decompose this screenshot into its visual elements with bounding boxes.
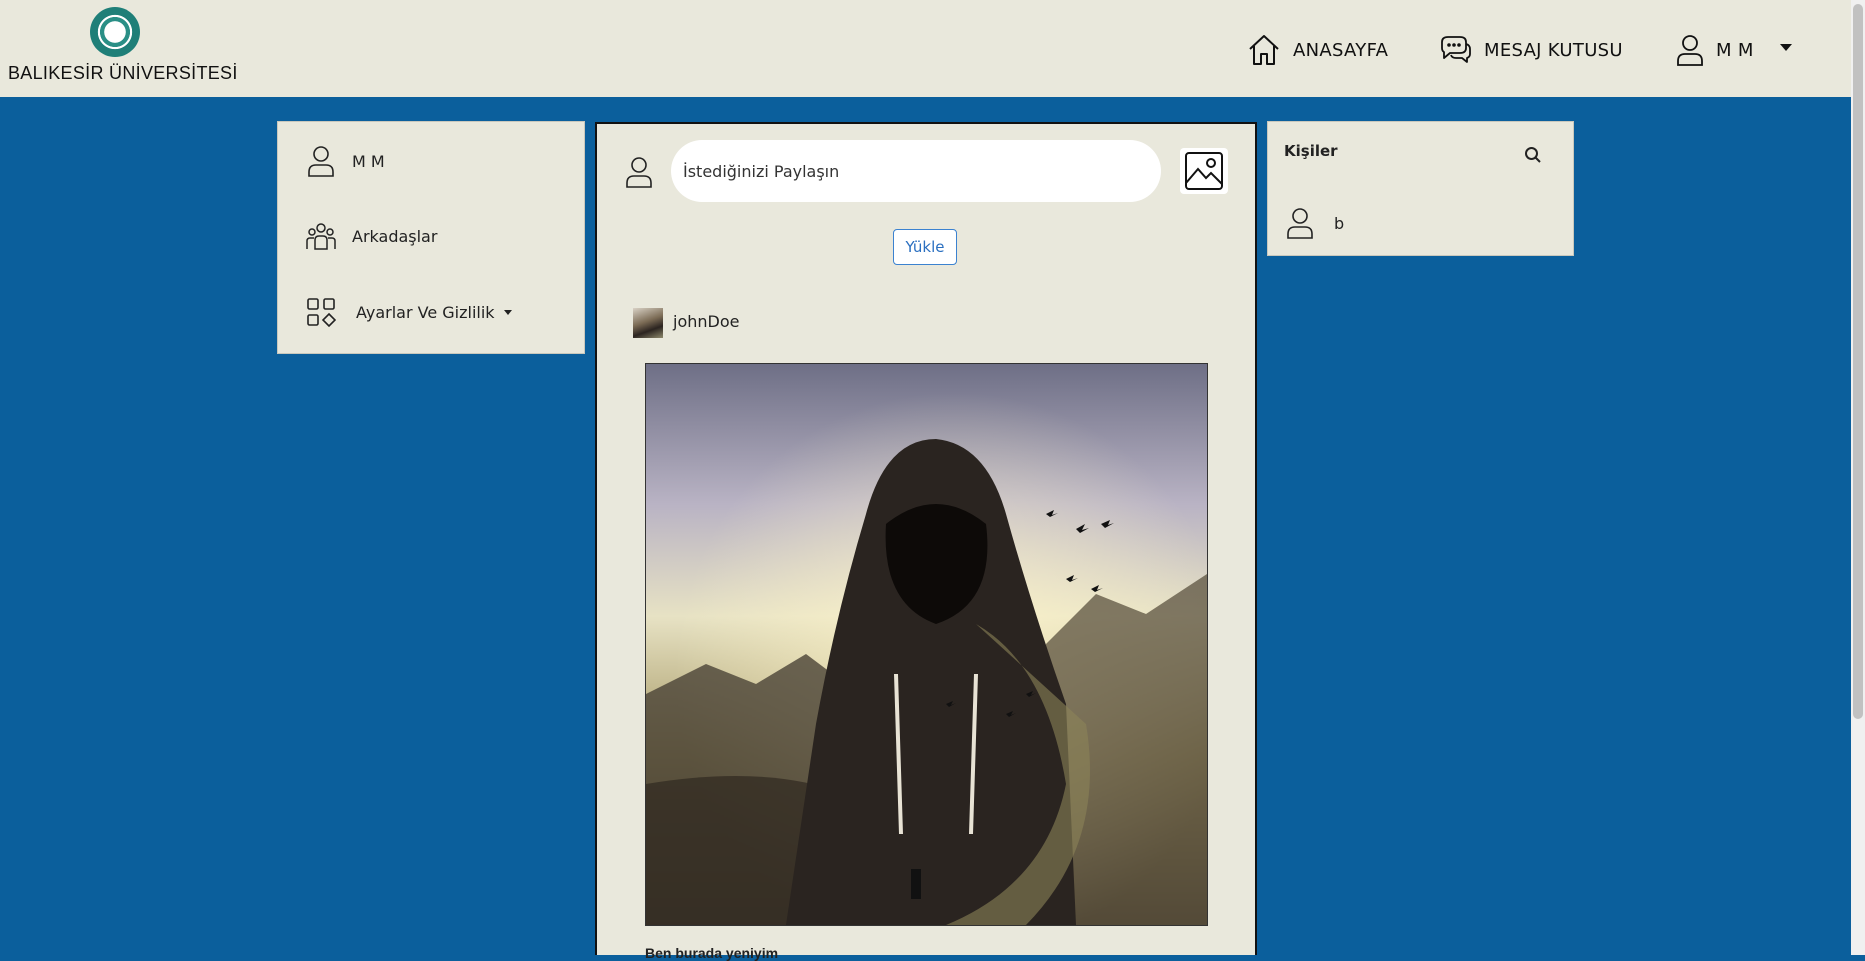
university-logo [90,7,140,57]
sidebar-settings-label: Ayarlar Ve Gizlilik [356,302,495,322]
hooded-figure-photo [646,364,1207,925]
brand-name: BALIKESİR ÜNİVERSİTESİ [8,63,238,83]
nav-user-menu[interactable]: M M [1676,30,1792,70]
group-icon [306,223,336,250]
home-icon [1249,35,1279,65]
post-image[interactable] [645,363,1208,926]
author-avatar[interactable] [633,308,663,338]
chat-bubbles-icon [1441,36,1471,63]
contacts-panel: Kişiler b [1267,121,1574,256]
contact-name: b [1334,213,1345,233]
add-image-button[interactable] [1180,148,1228,194]
user-avatar-icon [626,157,652,188]
user-icon [1287,208,1313,239]
contact-item[interactable]: b [1286,206,1344,240]
post-composer: Yükle [595,122,1257,277]
sidebar-friends-label: Arkadaşlar [352,226,438,246]
left-sidebar: M M Arkadaşlar Ayarlar Ve Gizlilik [277,121,585,354]
post-author[interactable]: johnDoe [673,312,739,331]
sidebar-item-profile[interactable]: M M [306,144,385,178]
chevron-down-icon[interactable] [503,309,512,315]
nav-user-label: M M [1716,39,1754,61]
grid-shapes-icon [307,298,336,327]
nav-home-label: ANASAYFA [1293,39,1389,61]
chevron-down-icon[interactable] [1779,43,1792,51]
feed-post: johnDoe Ben burada yeniyim [595,274,1257,961]
top-navbar: BALIKESİR ÜNİVERSİTESİ ANASAYFA MESAJ KU… [0,0,1851,97]
page-scrollbar[interactable] [1851,0,1865,955]
nav-messages[interactable]: MESAJ KUTUSU [1438,30,1623,70]
user-icon [308,146,334,177]
image-icon [1185,152,1223,190]
search-icon[interactable] [1524,146,1542,164]
post-caption: Ben burada yeniyim [645,945,779,961]
share-input[interactable] [671,140,1161,202]
nav-messages-label: MESAJ KUTUSU [1484,39,1623,61]
sidebar-profile-label: M M [352,151,385,171]
sidebar-item-settings[interactable]: Ayarlar Ve Gizlilik [306,297,512,327]
sidebar-item-friends[interactable]: Arkadaşlar [306,221,437,251]
scrollbar-thumb[interactable] [1853,4,1863,719]
nav-home[interactable]: ANASAYFA [1247,30,1388,70]
user-icon [1677,35,1703,66]
upload-button[interactable]: Yükle [893,229,957,265]
contacts-title: Kişiler [1284,142,1338,160]
